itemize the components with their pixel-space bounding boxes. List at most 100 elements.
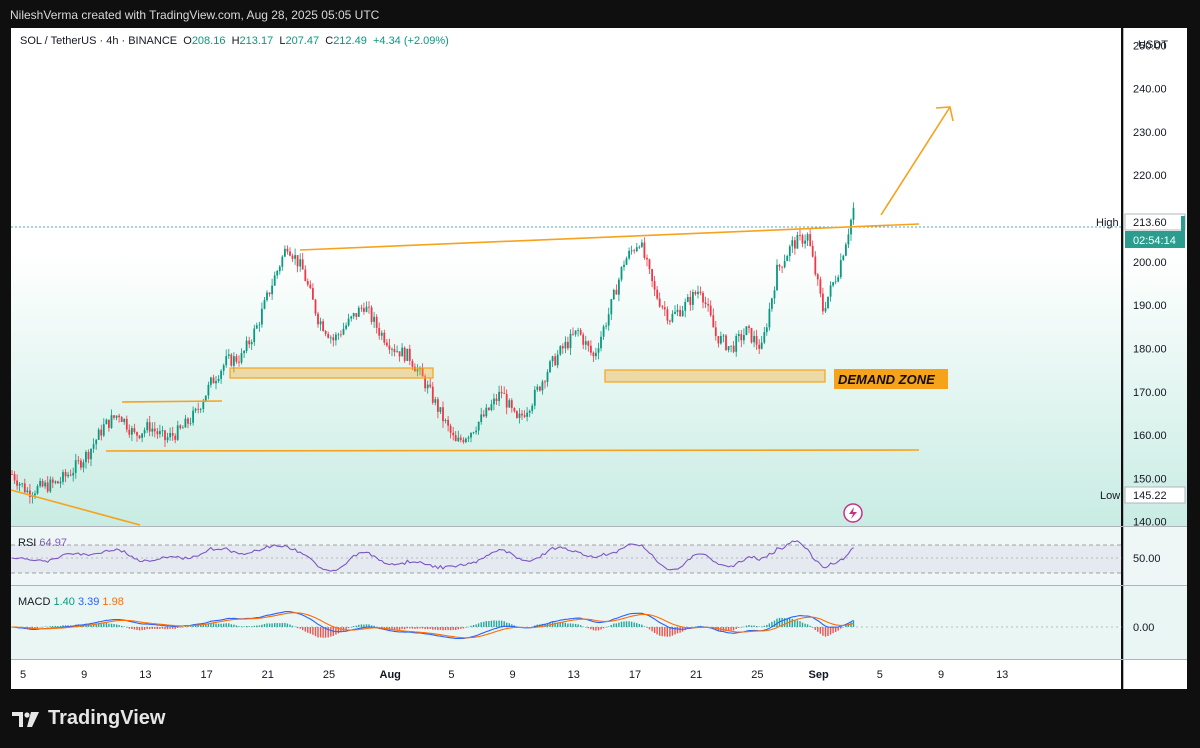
candle-body — [102, 424, 105, 436]
candle-body — [263, 300, 266, 309]
macd-histogram-bar — [472, 625, 475, 627]
candle-body — [783, 261, 786, 268]
candle-body — [304, 269, 307, 281]
candle-body — [100, 429, 103, 436]
candle-body — [179, 425, 182, 429]
candle-body — [80, 460, 82, 468]
macd-histogram-bar — [220, 623, 222, 627]
candle-body — [482, 414, 485, 417]
time-tick-label: 5 — [20, 669, 26, 681]
macd-histogram-bar — [314, 627, 317, 637]
candle-body — [176, 425, 179, 440]
macd-histogram-bar — [164, 627, 166, 630]
tradingview-brand[interactable]: TradingView — [12, 707, 165, 730]
candle-body — [760, 342, 763, 349]
candle-body — [271, 285, 273, 295]
candle-body — [41, 481, 44, 487]
macd-histogram-bar — [309, 627, 311, 634]
candle-body — [215, 381, 217, 384]
candle-body — [457, 437, 460, 442]
candle-body — [648, 259, 651, 270]
macd-histogram-bar — [187, 626, 189, 627]
candle-body — [561, 346, 564, 349]
macd-legend: MACD 1.40 3.39 1.98 — [18, 596, 124, 608]
candle-body — [82, 462, 85, 468]
macd-histogram-bar — [182, 627, 184, 628]
candle-body — [431, 386, 434, 403]
candle-body — [641, 242, 643, 247]
candle-body — [309, 284, 312, 289]
macd-histogram-bar — [758, 626, 760, 627]
time-tick-label: Sep — [809, 669, 829, 681]
candle-body — [773, 290, 776, 299]
macd-histogram-bar — [245, 626, 248, 627]
candle-body — [207, 384, 210, 396]
macd-histogram-bar — [572, 623, 574, 627]
time-tick-label: 13 — [568, 669, 580, 681]
macd-histogram-bar — [212, 623, 215, 627]
candle-body — [597, 348, 600, 353]
candle-body — [689, 297, 692, 305]
candle-body — [618, 279, 620, 295]
candle-body — [702, 292, 704, 303]
time-tick-label: 17 — [629, 669, 641, 681]
open-label: O — [183, 35, 192, 47]
candle-body — [510, 400, 513, 408]
macd-histogram-bar — [488, 621, 490, 627]
candle-body — [564, 341, 567, 349]
macd-histogram-bar — [404, 627, 406, 630]
candle-body — [143, 430, 146, 434]
macd-histogram-bar — [261, 624, 263, 627]
macd-histogram-bar — [345, 627, 347, 630]
candle-body — [829, 285, 832, 297]
macd-histogram-bar — [271, 623, 273, 627]
candle-body — [533, 389, 536, 406]
candle-body — [791, 240, 794, 247]
candle-body — [758, 344, 761, 349]
candle-body — [653, 281, 656, 290]
macd-histogram-bar — [284, 622, 286, 627]
candle-body — [225, 356, 228, 366]
candle-body — [266, 292, 268, 301]
macd-histogram-bar — [138, 627, 141, 631]
macd-histogram-bar — [477, 623, 480, 627]
macd-histogram-bar — [347, 627, 350, 629]
candle-body — [549, 361, 551, 373]
candle-body — [159, 431, 161, 435]
macd-histogram-bar — [429, 627, 431, 629]
candle-body — [816, 274, 819, 280]
candle-body — [465, 438, 467, 443]
macd-histogram-bar — [421, 627, 424, 629]
macd-histogram-bar — [230, 624, 232, 627]
candle-body — [498, 391, 500, 401]
candle-body — [120, 417, 123, 422]
candle-body — [393, 349, 396, 353]
candle-body — [590, 345, 592, 353]
macd-histogram-bar — [636, 623, 638, 627]
candle-body — [574, 330, 577, 335]
candle-body — [77, 460, 80, 462]
candle-body — [572, 333, 574, 335]
candle-body — [845, 244, 847, 256]
macd-histogram-bar — [592, 627, 595, 631]
macd-histogram-bar — [327, 627, 329, 638]
candle-body — [16, 480, 18, 486]
candle-body — [355, 313, 358, 317]
macd-histogram-bar — [574, 623, 577, 627]
macd-histogram-bar — [274, 623, 276, 627]
candle-body — [625, 258, 628, 265]
candle-body — [386, 342, 388, 346]
candle-body — [268, 292, 271, 295]
candle-body — [755, 336, 758, 345]
chart-svg[interactable]: DEMAND ZONE 25 0.00 240.00 230.00 220.00 200.… — [0, 0, 1200, 748]
macd-histogram-bar — [738, 627, 740, 628]
candle-body — [735, 336, 738, 352]
candle-body — [814, 256, 817, 275]
candle-body — [92, 444, 95, 449]
candle-body — [753, 336, 755, 343]
candle-body — [166, 437, 169, 441]
macd-histogram-bar — [105, 623, 108, 627]
candle-body — [34, 493, 36, 496]
candle-body — [643, 242, 646, 258]
tradingview-logo-icon — [12, 709, 42, 729]
